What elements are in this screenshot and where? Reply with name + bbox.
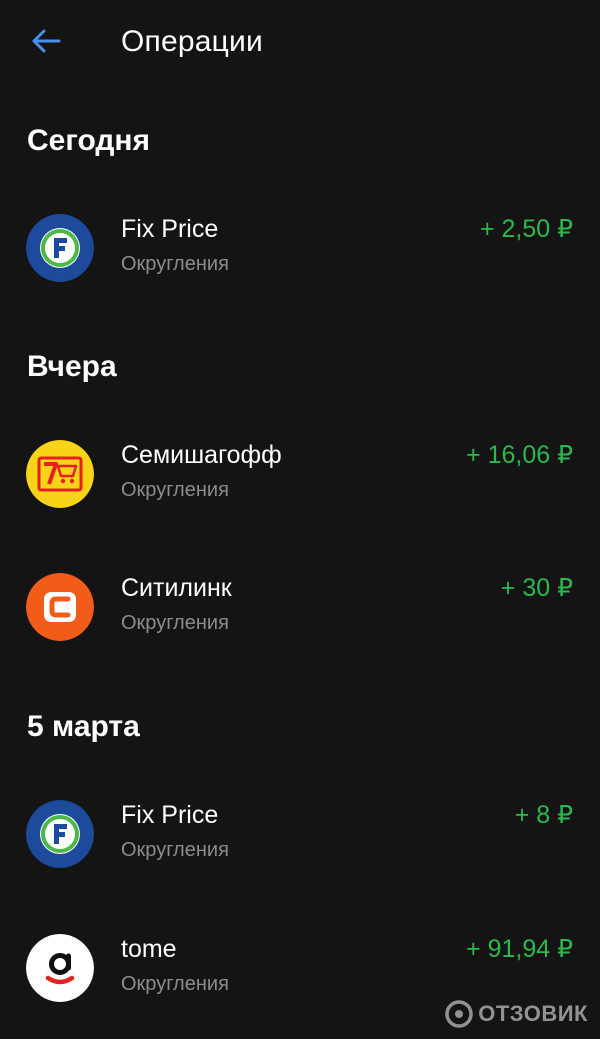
operation-row[interactable]: Семишагофф Округления + 16,06 ₽ — [0, 426, 600, 526]
semishagoff-logo — [26, 440, 94, 508]
operation-category: Округления — [121, 973, 229, 995]
tome-logo — [26, 934, 94, 1002]
back-button[interactable] — [22, 20, 70, 62]
merchant-name: Ситилинк — [121, 574, 232, 602]
operations-screen: Операции Сегодня Fix Price Округления + … — [0, 0, 600, 1039]
operation-amount: + 30 ₽ — [500, 574, 573, 602]
operation-category: Округления — [121, 479, 229, 501]
citilink-logo — [26, 573, 94, 641]
operation-amount: + 91,94 ₽ — [466, 935, 573, 963]
watermark-logo-icon — [445, 1000, 473, 1028]
operation-amount: + 16,06 ₽ — [466, 441, 573, 469]
fix-price-logo — [26, 214, 94, 282]
operation-amount: + 2,50 ₽ — [479, 215, 573, 243]
merchant-name: Fix Price — [121, 215, 219, 243]
operation-row[interactable]: Fix Price Округления + 2,50 ₽ — [0, 200, 600, 300]
operation-category: Округления — [121, 253, 229, 275]
fix-price-logo — [26, 800, 94, 868]
section-title-march-5: 5 марта — [27, 710, 140, 743]
section-title-yesterday: Вчера — [27, 350, 117, 383]
merchant-name: Fix Price — [121, 801, 219, 829]
operation-category: Округления — [121, 612, 229, 634]
operation-row[interactable]: Fix Price Округления + 8 ₽ — [0, 786, 600, 886]
operation-category: Округления — [121, 839, 229, 861]
arrow-left-icon — [32, 29, 61, 53]
watermark: ОТЗОВИК — [444, 999, 588, 1029]
merchant-name: tome — [121, 935, 177, 963]
app-bar: Операции — [0, 0, 600, 84]
operation-row[interactable]: Ситилинк Округления + 30 ₽ — [0, 559, 600, 659]
page-title: Операции — [121, 25, 263, 58]
merchant-name: Семишагофф — [121, 441, 282, 469]
section-title-today: Сегодня — [27, 124, 151, 157]
watermark-text: ОТЗОВИК — [478, 1001, 588, 1026]
operation-amount: + 8 ₽ — [514, 801, 573, 829]
